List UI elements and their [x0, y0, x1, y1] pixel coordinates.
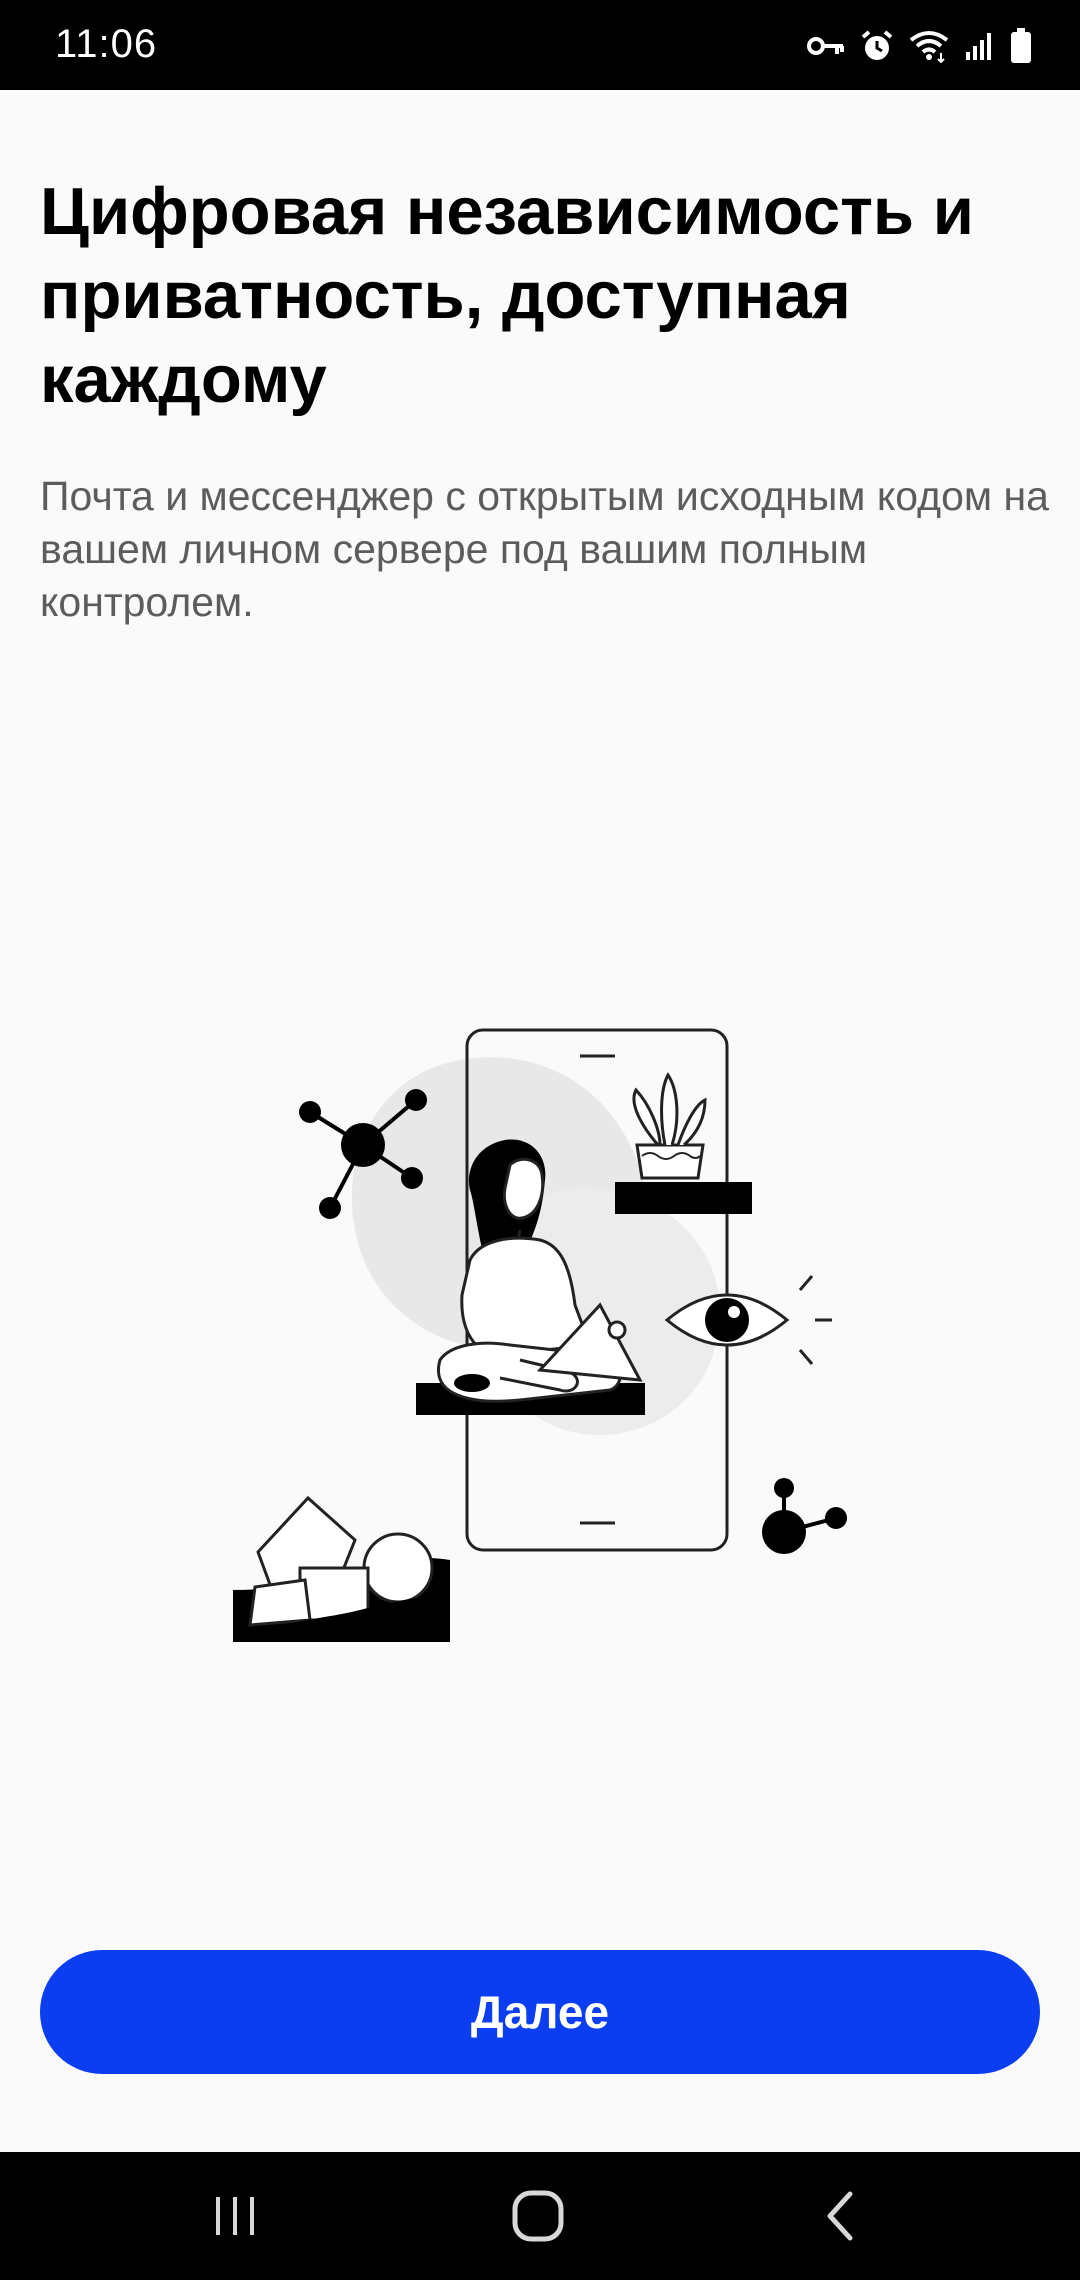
alarm-icon [861, 30, 893, 60]
status-time: 11:06 [55, 22, 158, 66]
onboarding-screen: Цифровая независимость и приватность, до… [0, 90, 1080, 2152]
recent-apps-button[interactable] [175, 2176, 295, 2256]
signal-icon [966, 33, 991, 60]
battery-icon [1011, 28, 1031, 63]
vpn-key-icon [807, 37, 844, 55]
page-subtitle: Почта и мессенджер с открытым исходным к… [40, 473, 1049, 625]
home-icon [512, 2190, 564, 2242]
recent-apps-icon [216, 2197, 254, 2235]
back-button[interactable] [780, 2176, 900, 2256]
page-title: Цифровая независимость и приватность, до… [40, 174, 974, 417]
next-button[interactable]: Далее [40, 1950, 1040, 2074]
home-button[interactable] [478, 2176, 598, 2256]
system-navigation-bar [0, 2152, 1080, 2280]
status-bar: 11:06 [0, 0, 1080, 90]
status-icons [806, 28, 1032, 64]
back-icon [827, 2191, 853, 2241]
wifi-icon [909, 31, 949, 63]
